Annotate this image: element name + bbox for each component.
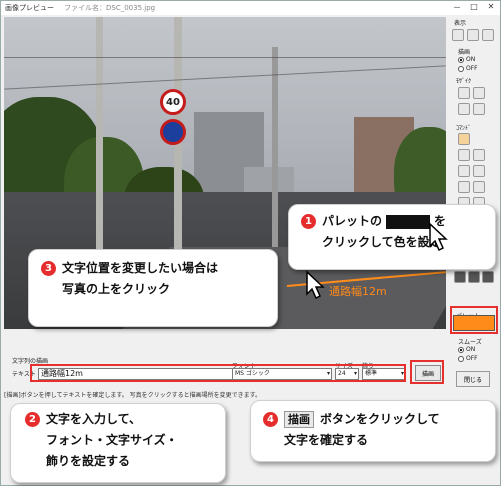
smooth-label: スムーズ	[458, 339, 482, 346]
pointer-cursor-icon	[306, 270, 325, 300]
mosaic-button-3[interactable]	[458, 103, 470, 115]
pin-button[interactable]	[473, 149, 485, 161]
draw-on-radio[interactable]: ON	[458, 56, 475, 63]
rect-tool-button[interactable]	[458, 181, 470, 193]
maximize-button[interactable]: □	[467, 2, 481, 13]
smooth-off-radio[interactable]: OFF	[458, 355, 478, 362]
display-label: 表示	[454, 20, 467, 27]
text-field-label: テキスト	[12, 371, 36, 378]
text-section-label: 文字列の描画	[12, 358, 49, 365]
mosaic-button-4[interactable]	[473, 103, 485, 115]
palette-black-swatch	[386, 214, 431, 229]
speed-limit-sign: 40	[160, 89, 186, 115]
close-button[interactable]: 閉じる	[456, 371, 490, 387]
mosaic-button-1[interactable]	[458, 87, 470, 99]
fill-rect-tool-button[interactable]	[473, 181, 485, 193]
callout-position: 3 文字位置を変更したい場合は 写真の上をクリック	[28, 249, 278, 327]
undo-button[interactable]	[458, 149, 470, 161]
draw-off-radio[interactable]: OFF	[458, 65, 478, 72]
zoom-in-button[interactable]	[467, 29, 479, 41]
text-input[interactable]: 通路幅12m	[38, 368, 233, 380]
zoom-out-button[interactable]	[482, 29, 494, 41]
callout-draw-button: 4 描画 ボタンをクリックして 文字を確定する	[250, 400, 496, 462]
draw-button[interactable]: 描画	[415, 365, 441, 381]
hand-tool-button[interactable]	[458, 133, 470, 145]
title-bar: 画像プレビュー ファイル名：DSC_0035.jpg － □ ✕	[1, 1, 500, 15]
line-width-5[interactable]	[468, 271, 480, 283]
zoom-fit-button[interactable]	[452, 29, 464, 41]
decoration-select[interactable]: 標準 ▾	[362, 368, 406, 380]
overlay-text-preview: 通路幅12m	[329, 285, 387, 298]
draw-label: 描画	[458, 49, 471, 56]
status-bar: [描画]ボタンを押してテキストを確定します。 写真をクリックすると描画場所を変更…	[4, 392, 262, 399]
callout-text-input: 2 文字を入力して、 フォント・文字サイズ・ 飾りを設定する	[10, 403, 226, 483]
close-window-button[interactable]: ✕	[484, 2, 498, 13]
file-name-label: ファイル名：DSC_0035.jpg	[64, 4, 156, 12]
text-draw-panel: 文字列の描画 テキスト 通路幅12m フォント MS ゴシック ▾ サイズ 24 ▾…	[4, 329, 448, 399]
arrow-tool-button[interactable]	[473, 165, 485, 177]
smooth-on-radio[interactable]: ON	[458, 346, 475, 353]
line-width-4[interactable]	[454, 271, 466, 283]
callout-palette: 1 パレットのを クリックして色を設定	[288, 204, 496, 270]
size-select[interactable]: 24 ▾	[335, 368, 359, 380]
command-label: ｺﾏﾝﾄﾞ	[456, 125, 472, 132]
line-tool-button[interactable]	[458, 165, 470, 177]
mosaic-label: ﾓｻﾞｲｸ	[456, 78, 472, 85]
window-title: 画像プレビュー	[5, 4, 54, 12]
no-parking-sign	[160, 119, 186, 145]
line-width-6[interactable]	[482, 271, 494, 283]
font-select[interactable]: MS ゴシック ▾	[232, 368, 332, 380]
minimize-button[interactable]: －	[450, 2, 464, 13]
pointer-cursor-icon	[429, 222, 448, 252]
mosaic-button-2[interactable]	[473, 87, 485, 99]
